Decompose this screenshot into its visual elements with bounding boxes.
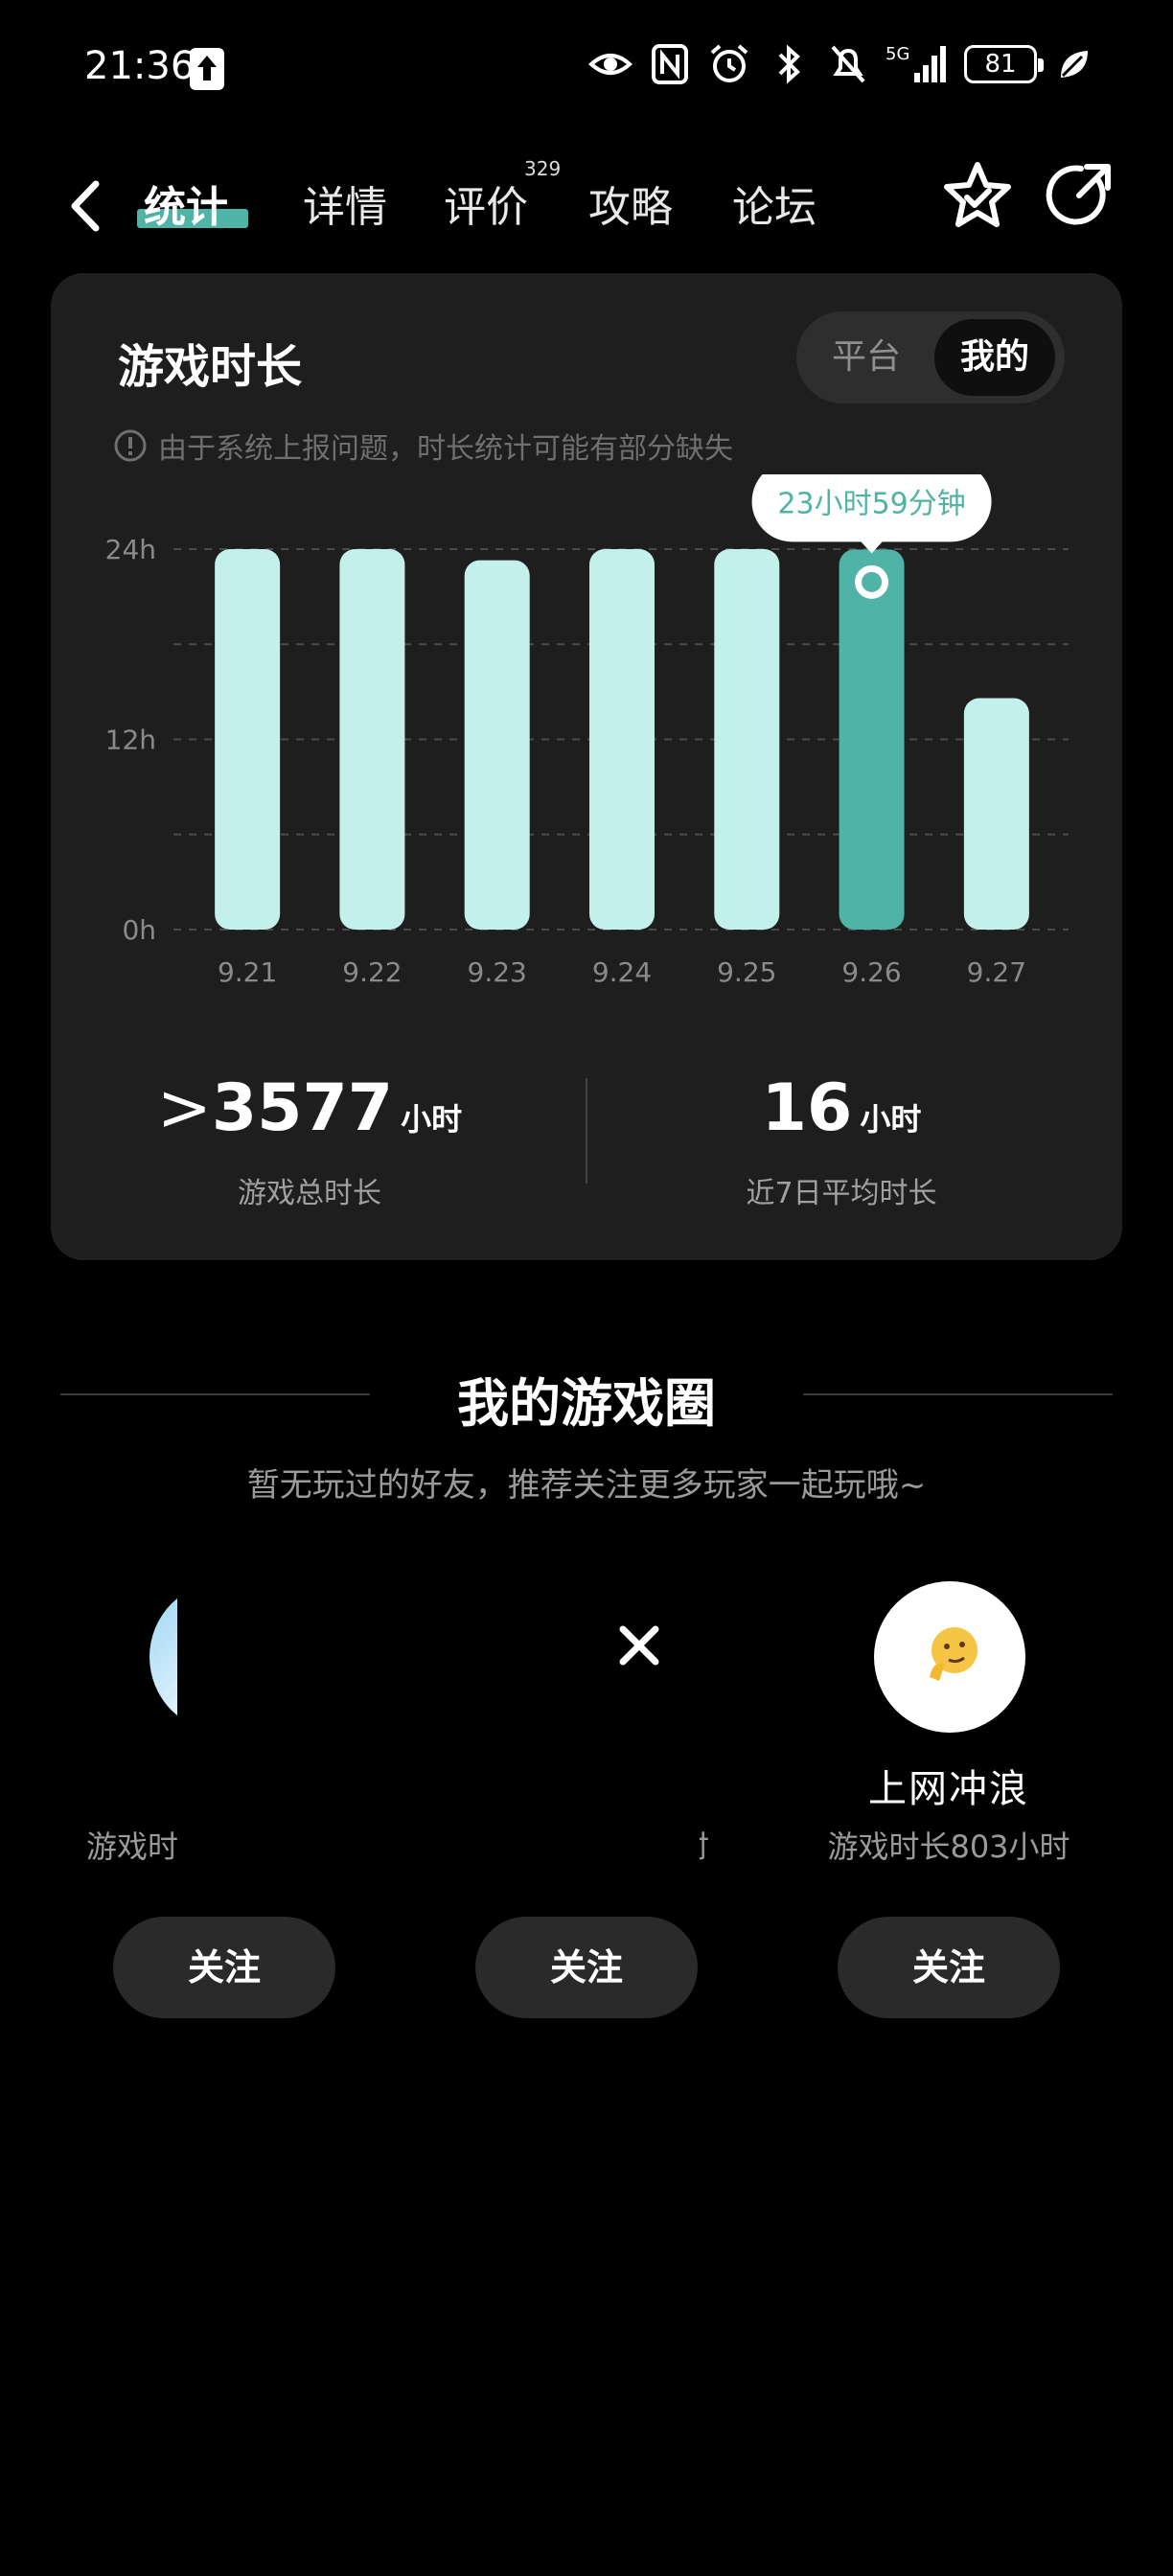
- x-tick-label: 9.27: [967, 956, 1026, 988]
- signal-icon: 5G: [886, 42, 949, 86]
- x-tick-label: 9.25: [717, 956, 776, 988]
- tab-reviews[interactable]: 评价: [444, 174, 528, 242]
- stats-divider: [586, 1078, 587, 1184]
- chart-bar: [339, 549, 405, 930]
- chart-bar: [714, 549, 780, 930]
- tab-forum-label: 论坛: [732, 183, 816, 232]
- average-playtime-value-row: 16 小时: [611, 1069, 1071, 1160]
- share-button[interactable]: [1043, 159, 1116, 232]
- toggle-mine[interactable]: 我的: [934, 319, 1055, 396]
- chart-bar: [963, 698, 1029, 930]
- playtime-bar-chart: 0h 12h 24h 9.21 9.22 9.23 9.24 9.25 9.26 23小时59分钟…: [105, 474, 1069, 988]
- tab-forum[interactable]: 论坛: [732, 174, 816, 242]
- total-label: 游戏总时长: [238, 1177, 381, 1210]
- tab-guides[interactable]: 攻略: [588, 174, 673, 242]
- eye-icon: [588, 42, 632, 86]
- avatar[interactable]: [874, 1581, 1025, 1733]
- info-icon: [114, 429, 147, 462]
- upload-icon: [190, 48, 224, 90]
- tab-stats-label: 统计: [144, 183, 228, 232]
- tab-details[interactable]: 详情: [303, 174, 387, 242]
- source-toggle: 平台 我的: [796, 311, 1065, 403]
- tab-stats[interactable]: 统计: [144, 174, 228, 242]
- close-icon: [619, 1625, 659, 1666]
- x-tick-label: 9.26: [841, 956, 901, 988]
- average-unit: 小时: [860, 1101, 922, 1138]
- total-unit: 小时: [401, 1101, 463, 1138]
- user-name[interactable]: 上网冲浪: [776, 1758, 1121, 1813]
- playtime-card: 游戏时长 平台 我的 由于系统上报问题，时长统计可能有部分缺失 0h 12h 24h…: [51, 273, 1122, 1260]
- chart-bar: [215, 549, 281, 930]
- battery-indicator: 81: [964, 45, 1044, 83]
- stats-row: >3577 小时 游戏总时长 16 小时 近7日平均时长: [51, 1069, 1122, 1212]
- overlay-panel: [177, 1552, 700, 1883]
- notice-text: 由于系统上报问题，时长统计可能有部分缺失: [158, 432, 733, 466]
- svg-text:5G: 5G: [886, 44, 909, 64]
- tab-reviews-label: 评价: [444, 183, 528, 232]
- y-tick-label: 24h: [105, 534, 156, 565]
- alarm-icon: [707, 42, 751, 86]
- section-subtitle: 暂无玩过的好友，推荐关注更多玩家一起玩哦~: [246, 1466, 927, 1505]
- share-icon: [1046, 164, 1111, 225]
- back-arrow-icon: [71, 180, 100, 232]
- chart-bar: [464, 560, 530, 930]
- user-playtime: 游戏时长803小时: [827, 1828, 1070, 1865]
- y-tick-label: 0h: [122, 914, 156, 946]
- total-playtime: >3577 小时 游戏总时长: [80, 1069, 540, 1211]
- follow-button[interactable]: 关注: [113, 1917, 335, 2018]
- thinking-emoji-icon: [930, 1627, 978, 1681]
- chart-bar: [589, 549, 655, 930]
- total-playtime-value-row: >3577 小时: [80, 1069, 540, 1160]
- back-button[interactable]: [58, 172, 115, 240]
- chart-bar: [839, 549, 905, 930]
- total-value: 3577: [211, 1070, 394, 1146]
- status-bar: 21:36 5G 81: [0, 0, 1173, 144]
- favorite-button[interactable]: [941, 159, 1014, 232]
- close-button[interactable]: [604, 1610, 675, 1681]
- average-playtime: 16 小时 近7日平均时长: [611, 1069, 1071, 1211]
- reviews-count-badge: 329: [524, 157, 562, 180]
- card-title: 游戏时长: [118, 340, 303, 394]
- x-tick-label: 9.24: [592, 956, 652, 988]
- nfc-icon: [648, 42, 692, 86]
- follow-button[interactable]: 关注: [475, 1917, 698, 2018]
- y-tick-label: 12h: [105, 724, 156, 756]
- x-tick-label: 9.21: [218, 956, 277, 988]
- total-prefix: >: [156, 1070, 212, 1146]
- toggle-platform[interactable]: 平台: [806, 319, 927, 396]
- x-tick-label: 9.23: [468, 956, 527, 988]
- star-check-icon: [944, 162, 1011, 227]
- bluetooth-icon: [767, 42, 811, 86]
- user-card: 上网冲浪 游戏时长803小时 关注: [776, 1581, 1121, 2018]
- average-label: 近7日平均时长: [746, 1177, 937, 1210]
- top-nav: 统计 详情 评价 329 攻略 论坛: [0, 153, 1173, 259]
- x-tick-label: 9.22: [342, 956, 402, 988]
- data-notice: 由于系统上报问题，时长统计可能有部分缺失: [114, 425, 733, 467]
- tooltip-text: 23小时59分钟: [777, 487, 965, 520]
- tab-details-label: 详情: [303, 183, 387, 232]
- average-value: 16: [761, 1070, 853, 1146]
- follow-button[interactable]: 关注: [838, 1917, 1060, 2018]
- tab-guides-label: 攻略: [588, 183, 673, 232]
- mute-bell-icon: [826, 42, 870, 86]
- leaf-icon: [1052, 42, 1096, 86]
- section-title: 我的游戏圈: [457, 1373, 716, 1434]
- status-time: 21:36: [84, 44, 196, 88]
